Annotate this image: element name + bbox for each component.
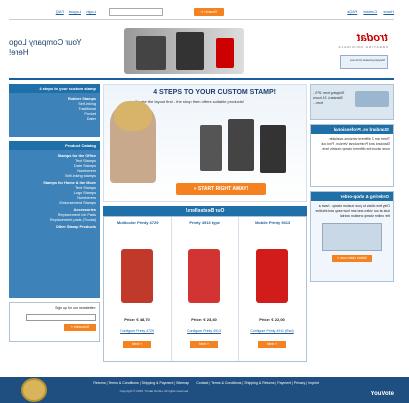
order-body: Only few clicks to your custom stamp - h… <box>315 204 390 218</box>
product-image[interactable] <box>188 249 221 303</box>
section-item[interactable]: Replacement pads (Trodat) <box>13 218 96 223</box>
stamp-image <box>136 36 166 70</box>
catalog-list: Stamps for the Office Text Stamps Date S… <box>9 150 100 298</box>
section-title[interactable]: Other Stamp Products <box>13 225 96 230</box>
standard-body: There are 2 different versions available… <box>321 137 390 151</box>
main-column: 4 STEPS TO YOUR CUSTOM STAMP! Create the… <box>103 84 307 362</box>
divider <box>9 19 394 20</box>
watch-video-button[interactable]: Watch video now » <box>332 255 372 262</box>
configure-link[interactable]: Configure Printy 4729 <box>107 329 167 333</box>
stamp-image <box>216 38 234 68</box>
site-footer: Contact | Terms & Conditions | Shipping … <box>0 377 409 403</box>
top-bar: Home Contact FAQs Search » Login Logout … <box>0 8 409 17</box>
newsletter-label: Sign up for our newsletter: <box>55 306 96 310</box>
next-button[interactable]: Next » <box>122 341 151 348</box>
product-image[interactable] <box>120 249 153 303</box>
subscribe-button[interactable]: Subscribe » <box>64 324 96 331</box>
stamp-image <box>260 125 286 173</box>
left-column: Shipping from 1PS - Standard, 24 hours f… <box>310 84 394 286</box>
top-link-home[interactable]: Home <box>383 9 394 14</box>
nav-divider <box>9 78 394 80</box>
top-link-faqs[interactable]: FAQs <box>347 9 357 14</box>
top-link-faq[interactable]: FAQ <box>56 9 64 14</box>
banner-subtitle: Create the layout first - the shop then … <box>134 99 244 104</box>
footer-links[interactable]: Contact | Terms & Conditions | Shipping … <box>196 381 319 385</box>
site-header: trodat CREATING ORIGINALS Shopping baske… <box>9 22 394 78</box>
newsletter-box: Sign up for our newsletter: Subscribe » <box>9 302 100 342</box>
bestsellers-grid: Mobile Printy 9413 Price: € 22,00 Config… <box>103 216 307 362</box>
product-price: Price: € 23,40 <box>191 317 218 322</box>
product-price: Price: € 48,70 <box>123 317 150 322</box>
next-button[interactable]: Next » <box>190 341 219 348</box>
top-right-links: Login Logout FAQ <box>52 9 96 14</box>
banner-person-photo <box>110 101 156 183</box>
stamp-image <box>228 119 254 171</box>
company-logo-placeholder: Your Company Logo Here! <box>9 38 82 57</box>
page-root: Home Contact FAQs Search » Login Logout … <box>0 0 409 403</box>
hero-banner[interactable]: 4 STEPS TO YOUR CUSTOM STAMP! Create the… <box>103 84 307 202</box>
bestsellers-heading: Our Bestsellers! <box>103 206 307 216</box>
section-item[interactable]: Endorsement Stamps <box>13 201 96 206</box>
banner-title: 4 STEPS TO YOUR CUSTOM STAMP! <box>153 89 276 96</box>
product-card: Mobile Printy 9413 Price: € 22,00 Config… <box>238 217 306 361</box>
standard-heading: Standard vs. Professional <box>311 125 393 134</box>
brand-logo[interactable]: trodat <box>357 32 388 44</box>
steps-list: Rubber Stamps Self-inking Traditional Po… <box>9 93 100 137</box>
video-thumbnail[interactable] <box>322 223 382 251</box>
top-link-contact[interactable]: Contact <box>363 9 377 14</box>
order-promo: Only few clicks to your custom stamp - h… <box>311 201 393 281</box>
shipping-banner[interactable]: Shipping from 1PS - Standard, 24 hours f… <box>311 85 393 119</box>
configure-link[interactable]: Configure Printy 4911 (Red) <box>242 329 302 333</box>
start-button[interactable]: » START RIGHT AWAY! <box>176 183 266 195</box>
search-button[interactable]: Search » <box>194 8 224 16</box>
person-hair <box>114 101 152 131</box>
product-name[interactable]: Mobile Printy 9413 <box>242 220 303 225</box>
search-input[interactable] <box>109 8 163 16</box>
brand-tagline: CREATING ORIGINALS <box>337 45 388 49</box>
header-stamp-image <box>124 28 244 74</box>
product-price: Price: € 22,00 <box>259 317 285 322</box>
order-heading: Ordering & shop-order <box>311 192 393 201</box>
product-card: Printy 4913 type Price: € 23,40 Configur… <box>170 217 239 361</box>
product-name[interactable]: Printy 4913 type <box>175 220 236 225</box>
cart-widget[interactable]: Shopping basket (0 items) <box>340 55 388 69</box>
next-button[interactable]: Next » <box>258 341 286 348</box>
footer-brand[interactable]: YouVote <box>371 391 394 397</box>
product-image[interactable] <box>256 249 288 303</box>
order-box: Ordering & shop-order Only few clicks to… <box>310 191 394 282</box>
steps-heading[interactable]: 4 steps to your custom stamp <box>9 84 100 93</box>
section-item[interactable]: Self-inking stamps <box>13 174 96 179</box>
shipping-text: Shipping from 1PS - Standard, 24 hours f… <box>313 91 345 105</box>
top-left-links: Home Contact FAQs <box>342 9 394 14</box>
truck-icon <box>355 91 389 107</box>
product-name[interactable]: Multicolor Printy 4729 <box>107 220 168 225</box>
section-item[interactable]: Dater <box>13 117 96 122</box>
top-link-logout[interactable]: Logout <box>69 9 81 14</box>
configure-link[interactable]: Configure Printy 4913 <box>174 329 234 333</box>
top-link-login[interactable]: Login <box>86 9 96 14</box>
trust-seal-icon <box>21 378 47 402</box>
stamp-image <box>200 125 222 171</box>
right-column: 4 steps to your custom stamp Rubber Stam… <box>9 84 100 342</box>
catalog-heading: Product Catalog <box>9 141 100 150</box>
newsletter-input[interactable] <box>26 314 96 321</box>
product-card: Multicolor Printy 4729 Price: € 48,70 Co… <box>104 217 171 361</box>
copyright-text: Copyright © 2015, Trodat GmbH. All right… <box>119 389 189 393</box>
stamp-image <box>176 32 204 70</box>
standard-box: Standard vs. Professional There are 2 di… <box>310 124 394 187</box>
footer-links-secondary[interactable]: Returns | Terms & Conditions | Shipping … <box>93 381 189 385</box>
shipping-box: Shipping from 1PS - Standard, 24 hours f… <box>310 84 394 120</box>
